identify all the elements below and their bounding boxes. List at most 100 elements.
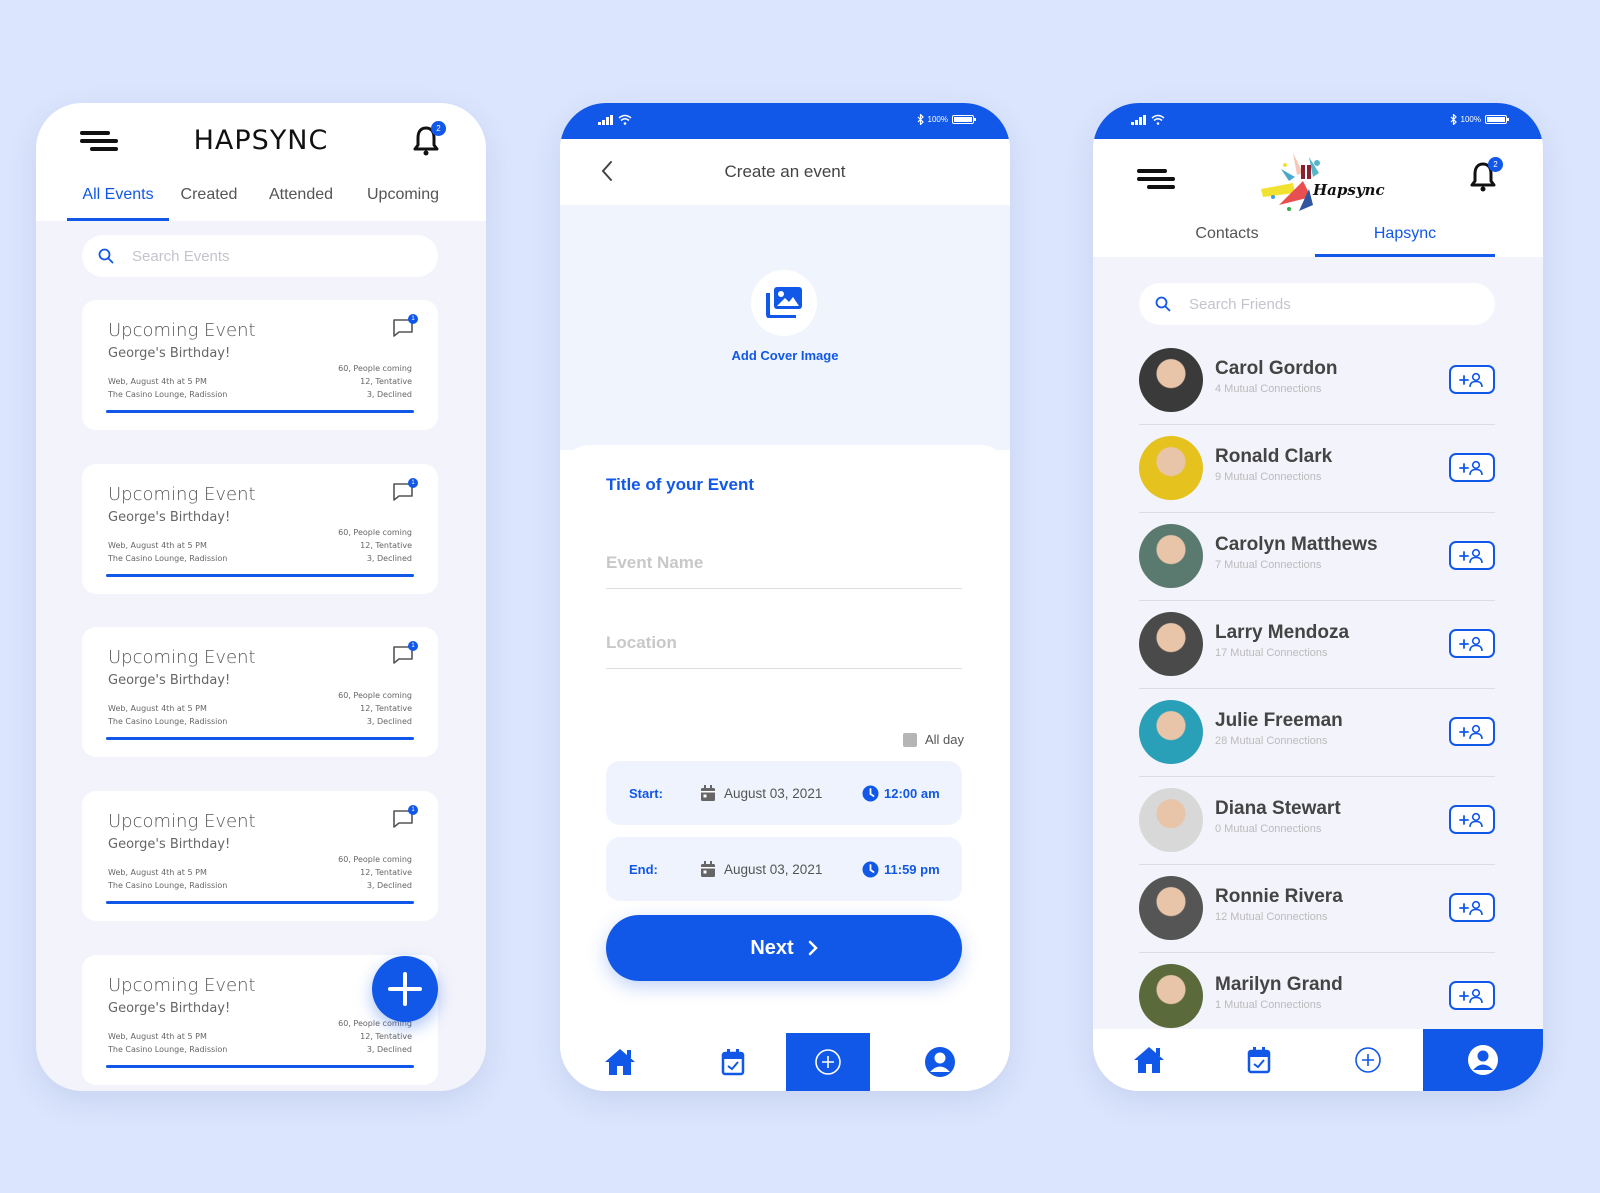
friends-screen: 100% Hapsync 2 Contacts Hapsync Search F…	[1093, 103, 1543, 1091]
tab-hapsync[interactable]: Hapsync	[1315, 219, 1495, 257]
start-time-value: 12:00 am	[884, 785, 940, 801]
search-events-input[interactable]	[132, 247, 392, 265]
checkbox-box[interactable]	[902, 732, 917, 747]
chat-icon[interactable]: 1	[392, 478, 418, 502]
rsvp-declined: 3, Declined	[366, 390, 412, 399]
nav-home-button[interactable]	[560, 1033, 680, 1091]
nav-calendar-check-button[interactable]	[680, 1033, 786, 1091]
chat-icon[interactable]: 1	[392, 641, 418, 665]
images-icon	[766, 287, 802, 318]
mutual-connections: 12 Mutual Connections	[1215, 911, 1328, 923]
search-friends-bar[interactable]	[1139, 283, 1495, 325]
tab-all-events[interactable]: All Events	[67, 177, 169, 221]
event-card[interactable]: Upcoming Event George's Birthday! Web, Aug…	[82, 464, 438, 594]
start-date[interactable]: August 03, 2021	[700, 784, 822, 802]
add-cover-image-label[interactable]: Add Cover Image	[560, 348, 1010, 363]
notification-bell-icon[interactable]: 2	[412, 121, 446, 157]
nav-calendar-check-button[interactable]	[1205, 1029, 1313, 1091]
event-name-input[interactable]	[606, 553, 962, 581]
nav-profile-button[interactable]	[870, 1033, 1010, 1091]
avatar[interactable]	[1139, 436, 1203, 500]
event-card[interactable]: Upcoming Event George's Birthday! Web, Aug…	[82, 627, 438, 757]
start-time[interactable]: 12:00 am	[862, 785, 940, 802]
notification-bell-icon[interactable]: 2	[1469, 157, 1503, 193]
mutual-connections: 4 Mutual Connections	[1215, 383, 1322, 395]
contact-row[interactable]: Larry Mendoza 17 Mutual Connections	[1139, 601, 1495, 689]
chevron-right-icon	[808, 940, 818, 956]
tab-attended[interactable]: Attended	[264, 177, 338, 221]
contact-row[interactable]: Julie Freeman 28 Mutual Connections	[1139, 689, 1495, 777]
add-friend-button[interactable]	[1449, 453, 1495, 482]
end-date[interactable]: August 03, 2021	[700, 860, 822, 878]
contact-row[interactable]: Carol Gordon 4 Mutual Connections	[1139, 337, 1495, 425]
nav-home-button[interactable]	[1093, 1029, 1205, 1091]
mutual-connections: 17 Mutual Connections	[1215, 647, 1328, 659]
avatar[interactable]	[1139, 700, 1203, 764]
contact-row[interactable]: Carolyn Matthews 7 Mutual Connections	[1139, 513, 1495, 601]
chat-icon[interactable]: 1	[392, 805, 418, 829]
nav-add-circle-button[interactable]	[786, 1033, 870, 1091]
contact-name: Carol Gordon	[1215, 358, 1338, 379]
add-friend-button[interactable]	[1449, 365, 1495, 394]
contact-name: Ronnie Rivera	[1215, 886, 1343, 907]
chat-icon[interactable]: 1	[392, 314, 418, 338]
form-heading: Title of your Event	[606, 475, 754, 494]
mutual-connections: 0 Mutual Connections	[1215, 823, 1322, 835]
event-card[interactable]: Upcoming Event George's Birthday! Web, Aug…	[82, 791, 438, 921]
contact-row[interactable]: Diana Stewart 0 Mutual Connections	[1139, 777, 1495, 865]
event-details: Web, August 4th at 5 PM The Casino Lounge…	[108, 1030, 227, 1056]
location-field[interactable]	[606, 633, 962, 669]
tab-contacts[interactable]: Contacts	[1139, 219, 1315, 257]
next-button[interactable]: Next	[606, 915, 962, 981]
contact-row[interactable]: Marilyn Grand 1 Mutual Connections	[1139, 953, 1495, 1041]
avatar[interactable]	[1139, 788, 1203, 852]
avatar[interactable]	[1139, 348, 1203, 412]
event-progress-bar	[106, 737, 414, 740]
add-event-button[interactable]	[372, 956, 438, 1022]
rsvp-declined: 3, Declined	[366, 717, 412, 726]
nav-profile-button[interactable]	[1423, 1029, 1543, 1091]
start-label: Start:	[629, 785, 663, 801]
events-header: HAPSYNC 2 All Events Created Attended Up…	[36, 103, 486, 221]
start-datetime-row[interactable]: Start: August 03, 2021 12:00 am	[606, 761, 962, 825]
all-day-checkbox[interactable]: All day	[902, 732, 964, 747]
rsvp-tentative: 12, Tentative	[360, 1032, 412, 1041]
nav-add-circle-button[interactable]	[1313, 1029, 1423, 1091]
tab-upcoming[interactable]: Upcoming	[362, 177, 444, 221]
friends-header: Hapsync 2 Contacts Hapsync	[1093, 139, 1543, 257]
add-friend-button[interactable]	[1449, 629, 1495, 658]
avatar[interactable]	[1139, 612, 1203, 676]
calendar-check-icon	[1247, 1046, 1271, 1074]
contact-row[interactable]: Ronnie Rivera 12 Mutual Connections	[1139, 865, 1495, 953]
all-day-label: All day	[924, 732, 964, 747]
tab-created[interactable]: Created	[176, 177, 242, 221]
add-friend-button[interactable]	[1449, 717, 1495, 746]
event-type: Upcoming Event	[108, 647, 256, 668]
avatar[interactable]	[1139, 964, 1203, 1028]
avatar[interactable]	[1139, 524, 1203, 588]
add-friend-button[interactable]	[1449, 805, 1495, 834]
end-datetime-row[interactable]: End: August 03, 2021 11:59 pm	[606, 837, 962, 901]
bottom-nav	[560, 1033, 1010, 1091]
contact-row[interactable]: Ronald Clark 9 Mutual Connections	[1139, 425, 1495, 513]
add-friend-button[interactable]	[1449, 893, 1495, 922]
avatar[interactable]	[1139, 876, 1203, 940]
rsvp-coming: 60, People coming	[338, 528, 412, 537]
location-input[interactable]	[606, 633, 962, 661]
end-time[interactable]: 11:59 pm	[862, 861, 940, 878]
search-events-bar[interactable]	[82, 235, 438, 277]
menu-icon[interactable]	[1137, 167, 1175, 189]
event-venue: The Casino Lounge, Radission	[108, 390, 228, 399]
add-friend-button[interactable]	[1449, 981, 1495, 1010]
event-type: Upcoming Event	[108, 484, 256, 505]
add-friend-button[interactable]	[1449, 541, 1495, 570]
status-bar: 100%	[560, 103, 1010, 139]
search-friends-input[interactable]	[1189, 295, 1449, 313]
notification-badge: 2	[1488, 157, 1503, 172]
profile-icon	[924, 1046, 956, 1078]
event-name-field[interactable]	[606, 553, 962, 589]
event-name: George's Birthday!	[108, 1001, 231, 1016]
logo-text: Hapsync	[1313, 181, 1385, 199]
add-cover-image-button[interactable]	[751, 270, 817, 336]
event-card[interactable]: Upcoming Event George's Birthday! Web, Aug…	[82, 300, 438, 430]
